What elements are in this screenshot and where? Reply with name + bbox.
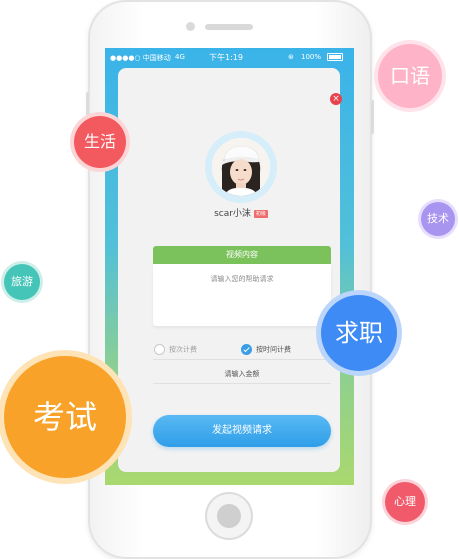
start-video-request-button[interactable]: 发起视频请求 xyxy=(153,415,331,447)
home-button-inner xyxy=(217,504,241,528)
divider-bottom xyxy=(153,383,331,384)
battery-label: 100% xyxy=(301,53,322,61)
video-content-header: 视频内容 xyxy=(153,246,331,264)
amount-input[interactable]: 请输入金额 xyxy=(153,369,331,379)
carrier-label: ●●●●○ 中国移动 xyxy=(110,54,171,62)
bubble-xinli[interactable]: 心理 xyxy=(385,482,425,522)
status-bar: ●●●●○ 中国移动 4G 下午1:19 ⊛ 100% xyxy=(105,48,354,66)
power-button xyxy=(371,100,374,134)
avatar-ring xyxy=(205,131,277,203)
speaker-grille xyxy=(205,24,253,30)
username: scar小沫 xyxy=(214,209,251,219)
bubble-shenghuo[interactable]: 生活 xyxy=(74,116,126,168)
camera-icon xyxy=(186,22,195,31)
bubble-lvyou[interactable]: 旅游 xyxy=(4,264,40,300)
per-call-label: 按次计费 xyxy=(169,345,197,354)
divider-top xyxy=(153,359,331,360)
close-icon[interactable]: × xyxy=(330,93,342,105)
help-request-textarea[interactable]: 请输入您的帮助请求 xyxy=(153,264,331,326)
home-button[interactable] xyxy=(205,492,253,540)
help-request-placeholder: 请输入您的帮助请求 xyxy=(210,275,274,283)
bubble-kouyu[interactable]: 口语 xyxy=(378,44,442,108)
video-request-dialog: × scar小沫 初级 视频内容 请输入您的帮助请求 按次计费 按时间计费 请输… xyxy=(118,68,342,472)
bubble-qiuzhi[interactable]: 求职 xyxy=(321,295,397,371)
lock-rotation-icon: ⊛ xyxy=(288,53,294,61)
bubble-kaoshi[interactable]: 考试 xyxy=(4,356,126,478)
volume-up-button xyxy=(86,92,89,118)
avatar[interactable] xyxy=(212,138,270,196)
per-time-label: 按时间计费 xyxy=(256,345,291,354)
level-badge: 初级 xyxy=(253,209,268,218)
billing-option-per-time[interactable]: 按时间计费 xyxy=(241,344,291,355)
bubble-jishu[interactable]: 技术 xyxy=(421,202,455,236)
billing-option-per-call[interactable]: 按次计费 xyxy=(154,344,197,355)
per-time-check-icon[interactable] xyxy=(241,344,252,355)
per-call-radio-icon[interactable] xyxy=(154,344,165,355)
phone-screen: ●●●●○ 中国移动 4G 下午1:19 ⊛ 100% × scar小沫 初级 … xyxy=(105,48,354,485)
battery-icon xyxy=(327,53,343,61)
clock-label: 下午1:19 xyxy=(209,53,243,62)
network-label: 4G xyxy=(175,53,185,61)
username-row: scar小沫 初级 xyxy=(178,206,304,219)
